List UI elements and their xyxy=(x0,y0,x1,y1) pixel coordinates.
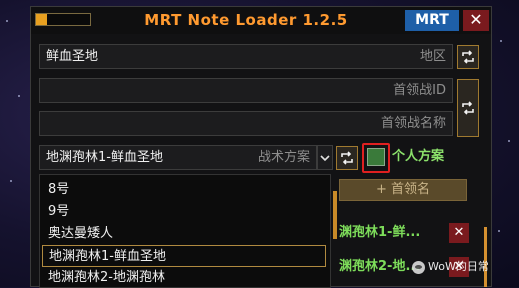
star xyxy=(508,140,510,142)
personal-checkbox[interactable] xyxy=(367,148,385,166)
zone-value: 鲜血圣地 xyxy=(46,49,99,64)
dropdown-option-selected[interactable]: 地渊孢林1-鲜血圣地 xyxy=(42,245,326,267)
zone-field[interactable]: 鲜血圣地 地区 xyxy=(39,44,453,69)
sync-icon xyxy=(462,101,474,115)
zone-placeholder: 地区 xyxy=(419,49,446,64)
watermark: WoW的日常 xyxy=(412,258,489,276)
strategy-sync-button[interactable] xyxy=(336,146,358,170)
star xyxy=(6,20,8,22)
sync-icon xyxy=(462,50,474,64)
wechat-logo-icon xyxy=(412,260,425,274)
strategy-list-item[interactable]: 渊孢林1-鲜... ✕ xyxy=(331,221,491,245)
zone-sync-button[interactable] xyxy=(457,45,479,69)
strategy-dropdown-list: 8号 9号 奥达曼矮人 地渊孢林1-鲜血圣地 地渊孢林2-地渊孢林 xyxy=(39,174,331,288)
strategy-placeholder: 战术方案 xyxy=(257,150,310,165)
strategy-value: 地渊孢林1-鲜血圣地 xyxy=(46,150,163,165)
watermark-text: WoW的日常 xyxy=(428,260,489,273)
close-button[interactable]: ✕ xyxy=(463,10,489,31)
dropdown-option[interactable]: 9号 xyxy=(42,201,326,223)
dropdown-option[interactable]: 8号 xyxy=(42,179,326,201)
strategy-select[interactable]: 地渊孢林1-鲜血圣地 战术方案 xyxy=(39,145,317,170)
boss-sync-button[interactable] xyxy=(457,79,479,137)
strategy-item-label: 渊孢林2-地... xyxy=(339,259,421,274)
mrt-note-loader-window: MRT Note Loader 1.2.5 MRT ✕ 鲜血圣地 地区 首领战I… xyxy=(30,6,492,288)
sync-icon xyxy=(341,151,353,165)
chevron-down-icon xyxy=(320,155,330,162)
strategy-dropdown-toggle[interactable] xyxy=(317,145,333,170)
boss-id-placeholder: 首领战ID xyxy=(393,83,446,98)
list-scrollbar[interactable] xyxy=(484,227,487,287)
boss-id-field[interactable]: 首领战ID xyxy=(39,78,453,103)
add-boss-button[interactable]: + 首领名 xyxy=(339,179,467,201)
boss-name-placeholder: 首领战名称 xyxy=(380,116,446,131)
title-bar[interactable]: MRT Note Loader 1.2.5 MRT ✕ xyxy=(31,7,491,34)
star xyxy=(500,40,502,42)
window-title: MRT Note Loader 1.2.5 xyxy=(144,11,348,29)
dropdown-option[interactable]: 奥达曼矮人 xyxy=(42,223,326,245)
star xyxy=(10,180,12,182)
personal-label: 个人方案 xyxy=(392,149,445,164)
star xyxy=(18,95,20,97)
dropdown-option[interactable]: 地渊孢林2-地渊孢林 xyxy=(42,267,326,287)
boss-name-field[interactable]: 首领战名称 xyxy=(39,111,453,136)
strategy-item-label: 渊孢林1-鲜... xyxy=(339,225,421,240)
remove-button[interactable]: ✕ xyxy=(449,223,469,243)
mrt-button[interactable]: MRT xyxy=(405,10,459,31)
star xyxy=(498,230,500,232)
